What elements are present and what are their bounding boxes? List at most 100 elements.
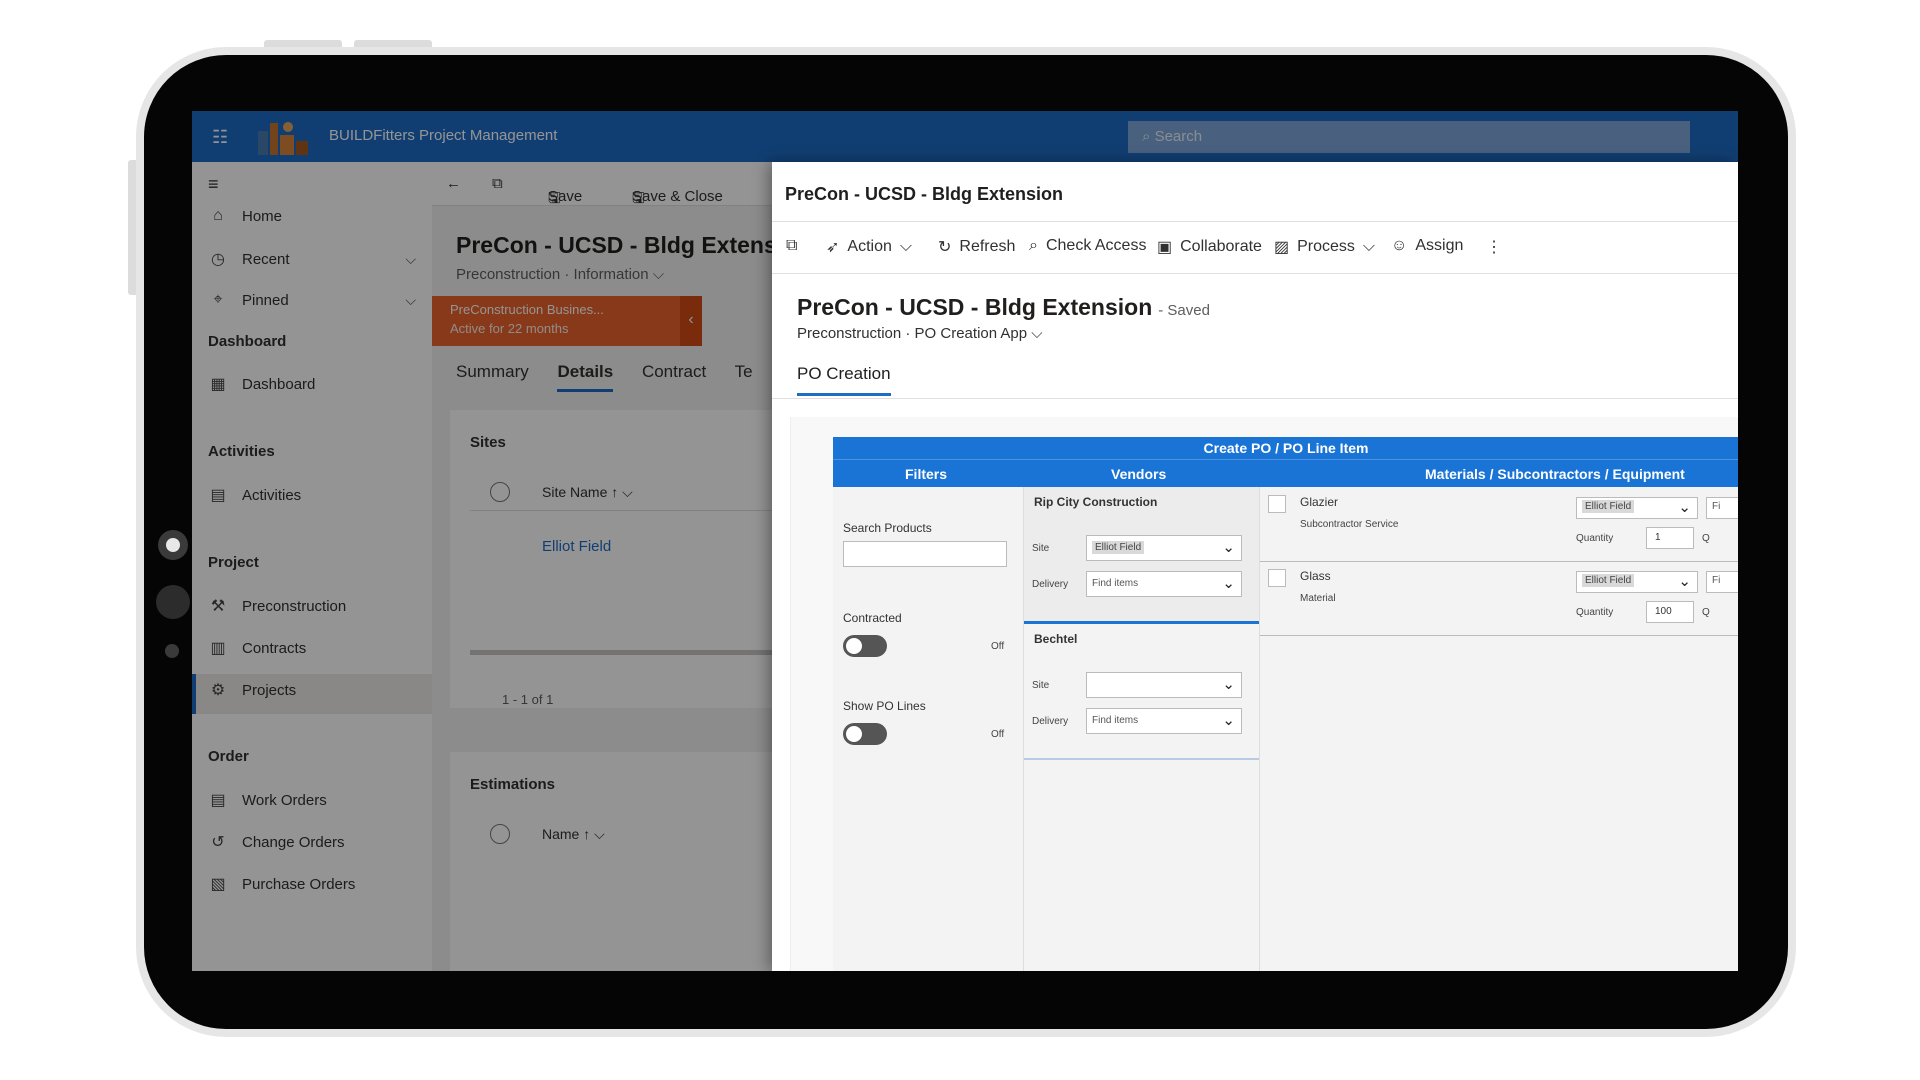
background-record-subtitle: Preconstruction · Information ⌵ [456, 266, 665, 283]
work-orders-icon: ▤ [210, 792, 226, 809]
vendor-site-dropdown[interactable]: Elliot Field ⌄ [1086, 535, 1242, 561]
app-logo-icon [258, 122, 308, 155]
chevron-down-icon: ⌄ [1678, 573, 1691, 590]
save-label: Save [548, 188, 583, 205]
search-products-input[interactable] [843, 541, 1007, 567]
assign-label: Assign [1415, 237, 1464, 254]
quantity-input[interactable]: 100 [1646, 601, 1694, 623]
search-icon: ⌕ [1142, 128, 1151, 145]
search-products-label: Search Products [843, 521, 932, 535]
nav-item-pinned[interactable]: ⌖ Pinned ⌵ [208, 291, 416, 309]
back-arrow-icon[interactable]: ← [446, 175, 461, 192]
tab-divider [772, 398, 1738, 399]
home-icon: ⌂ [213, 207, 223, 224]
vendors-column: Rip City Construction Site Elliot Field ⌄… [1023, 487, 1260, 971]
chevron-down-icon: ⌄ [1222, 676, 1235, 693]
material-extra-field[interactable]: Fi [1706, 571, 1738, 593]
action-button[interactable]: ➶ Action ⌵ [826, 237, 912, 257]
quantity-input[interactable]: 1 [1646, 527, 1694, 549]
vendor-site-dropdown[interactable]: ⌄ [1086, 672, 1242, 698]
collaborate-button[interactable]: ▣ Collaborate [1157, 237, 1262, 257]
more-commands-icon[interactable]: ⋮ [1486, 237, 1502, 257]
refresh-label: Refresh [959, 238, 1016, 255]
record-subtitle[interactable]: Preconstruction · PO Creation App ⌵ [797, 325, 1043, 342]
nav-item-projects[interactable]: ⚙ Projects [208, 680, 296, 700]
divider [1260, 635, 1738, 636]
projects-icon: ⚙ [210, 682, 226, 699]
select-all-radio[interactable] [490, 824, 510, 844]
site-value: Elliot Field [1092, 541, 1145, 554]
record-status: - Saved [1158, 302, 1210, 319]
nav-label: Home [242, 207, 283, 225]
estimations-card: Estimations Name ↑ ⌵ [450, 752, 790, 971]
material-checkbox[interactable] [1268, 495, 1286, 513]
contracted-state: Off [991, 641, 1005, 652]
business-process-banner[interactable]: PreConstruction Busines... Active for 22… [432, 296, 702, 346]
chevron-left-icon[interactable]: ‹ [680, 296, 702, 346]
nav-item-contracts[interactable]: ▥ Contracts [208, 638, 306, 658]
background-record-title: PreCon - UCSD - Bldg Extens [456, 232, 777, 258]
site-row-link[interactable]: Elliot Field [542, 538, 611, 555]
vendor-delivery-dropdown[interactable]: Find items ⌄ [1086, 571, 1242, 597]
nav-item-dashboard[interactable]: ▦ Dashboard [208, 374, 315, 394]
tab-contract[interactable]: Contract [642, 362, 706, 381]
refresh-button[interactable]: ↻ Refresh [938, 237, 1015, 257]
chevron-down-icon: ⌵ [899, 238, 913, 255]
process-icon: ▨ [1274, 239, 1290, 256]
material-type: Subcontractor Service [1300, 519, 1399, 530]
material-checkbox[interactable] [1268, 569, 1286, 587]
tab-po-creation[interactable]: PO Creation [797, 364, 891, 396]
site-label: Site [1032, 680, 1050, 691]
vendor-card[interactable]: Rip City Construction Site Elliot Field ⌄… [1024, 487, 1260, 621]
name-column-header[interactable]: Name ↑ ⌵ [542, 826, 605, 843]
site-name-column-header[interactable]: Site Name ↑ ⌵ [542, 484, 633, 501]
contracts-icon: ▥ [210, 640, 226, 657]
select-all-radio[interactable] [490, 482, 510, 502]
check-access-button[interactable]: ⌕ Check Access [1029, 237, 1146, 255]
popout-icon[interactable]: ⧉ [492, 175, 503, 192]
tab-details[interactable]: Details [557, 362, 614, 392]
contracted-label: Contracted [843, 611, 902, 625]
waffle-icon[interactable]: ☷ [212, 127, 228, 148]
material-site-dropdown[interactable]: Elliot Field ⌄ [1576, 571, 1698, 593]
nav-item-activities[interactable]: ▤ Activities [208, 485, 301, 505]
tablet-button-top-2 [354, 40, 432, 47]
material-name: Glazier [1300, 495, 1339, 509]
sites-title: Sites [470, 434, 506, 451]
nav-item-home[interactable]: ⌂ Home [208, 207, 282, 225]
assign-button[interactable]: ☺ Assign [1391, 237, 1463, 255]
show-po-lines-toggle[interactable] [843, 723, 887, 745]
delivery-label: Delivery [1032, 579, 1069, 590]
material-extra-value: Fi [1712, 575, 1721, 586]
dialog-title: PreCon - UCSD - Bldg Extension [785, 184, 1064, 204]
record-title: PreCon - UCSD - Bldg Extension - Saved [797, 294, 1210, 321]
search-input[interactable]: ⌕ Search [1128, 121, 1690, 153]
hamburger-icon[interactable]: ≡ [208, 174, 219, 195]
tab-more[interactable]: Te [735, 362, 753, 381]
nav-item-change-orders[interactable]: ↺ Change Orders [208, 832, 344, 852]
clipboard-icon: ▤ [210, 487, 226, 504]
material-site-dropdown[interactable]: Elliot Field ⌄ [1576, 497, 1698, 519]
contracted-toggle[interactable] [843, 635, 887, 657]
nav-item-work-orders[interactable]: ▤ Work Orders [208, 790, 326, 810]
vendor-delivery-dropdown[interactable]: Find items ⌄ [1086, 708, 1242, 734]
nav-item-preconstruction[interactable]: ⚒ Preconstruction [208, 596, 346, 616]
process-label: Process [1297, 238, 1355, 255]
material-extra-field[interactable]: Fi [1706, 497, 1738, 519]
site-label: Site [1032, 543, 1050, 554]
quantity-label: Quantity [1576, 533, 1614, 544]
nav-item-recent[interactable]: ◷ Recent ⌵ [208, 249, 416, 269]
dashboard-icon: ▦ [210, 376, 226, 393]
horizontal-scrollbar[interactable] [470, 650, 790, 655]
assign-user-icon: ☺ [1391, 237, 1408, 254]
nav-item-purchase-orders[interactable]: ▧ Purchase Orders [208, 874, 355, 894]
tab-summary[interactable]: Summary [456, 362, 529, 381]
popout-icon[interactable]: ⧉ [786, 237, 797, 255]
filters-column: Search Products Contracted Off Show PO L… [833, 487, 1023, 971]
vendor-card[interactable]: Bechtel Site ⌄ Delivery Find items ⌄ [1024, 624, 1260, 758]
process-button[interactable]: ▨ Process ⌵ [1274, 237, 1375, 257]
nav-label: Purchase Orders [242, 875, 356, 893]
show-po-lines-label: Show PO Lines [843, 699, 926, 713]
banner-title: PreConstruction Busines... [450, 302, 604, 317]
delivery-value: Find items [1092, 715, 1139, 726]
